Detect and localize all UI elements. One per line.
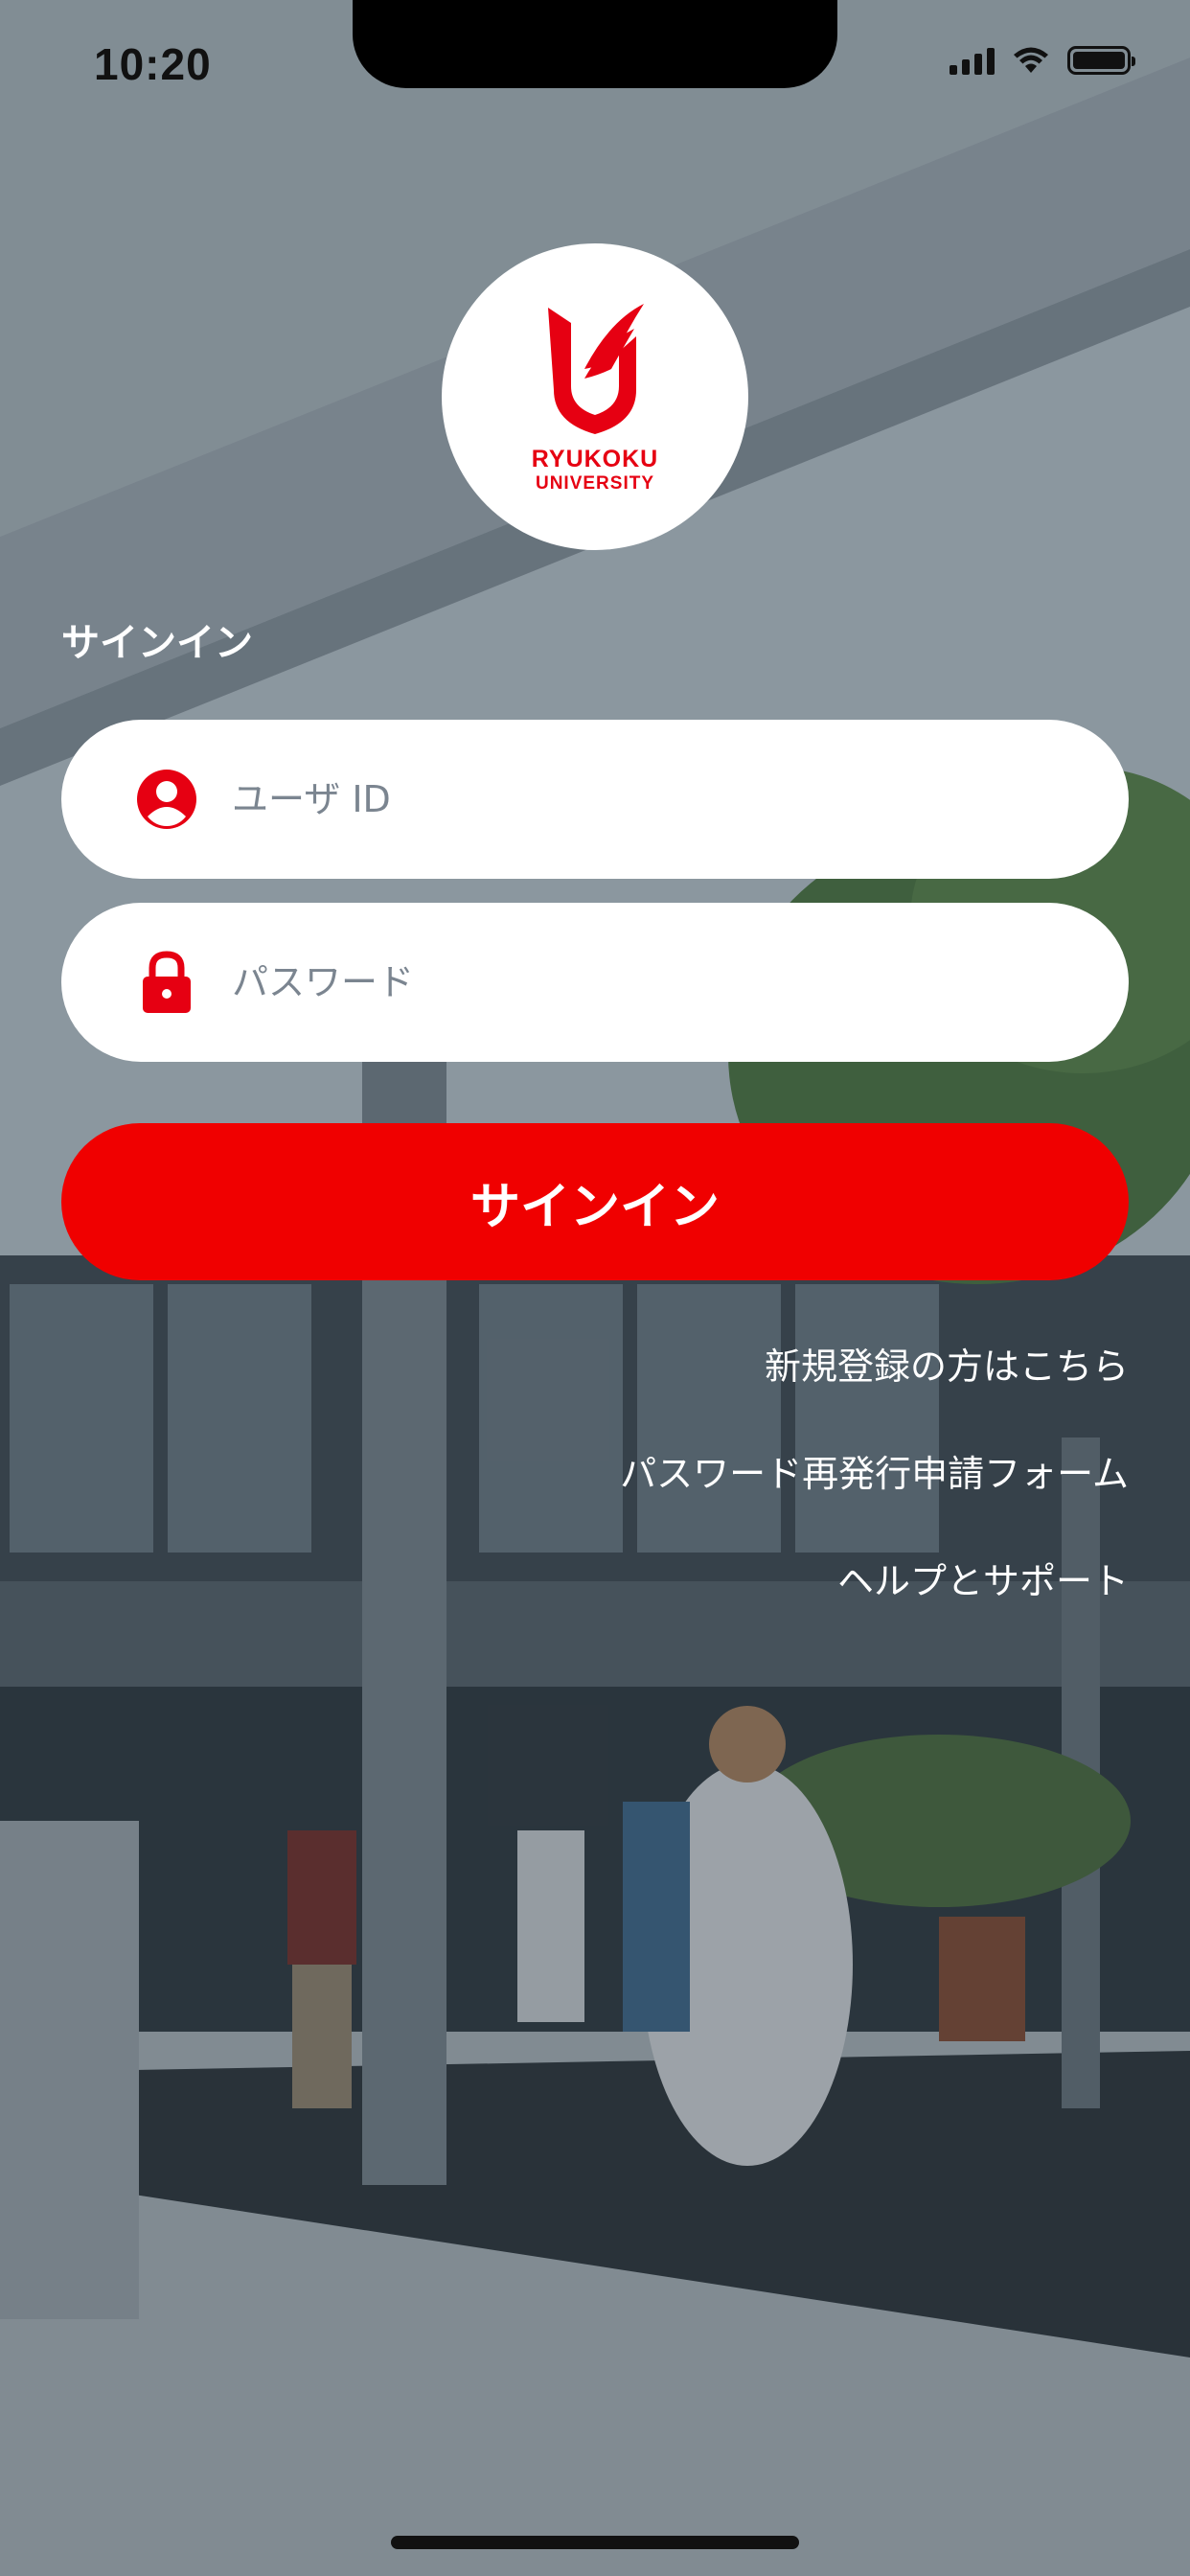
wifi-icon bbox=[1014, 47, 1048, 73]
password-input[interactable] bbox=[230, 960, 1000, 1004]
register-link[interactable]: 新規登録の方はこちら bbox=[620, 1340, 1129, 1447]
signin-button[interactable]: サインイン bbox=[61, 1123, 1129, 1280]
user-id-input[interactable] bbox=[230, 777, 1000, 821]
battery-icon bbox=[1067, 46, 1135, 75]
cellular-signal-icon bbox=[950, 46, 995, 75]
university-emblem-icon bbox=[548, 303, 644, 434]
password-field[interactable] bbox=[61, 903, 1129, 1062]
signin-heading: サインイン bbox=[61, 621, 253, 665]
logo-text-line2: UNIVERSITY bbox=[535, 472, 655, 494]
help-links: 新規登録の方はこちら パスワード再発行申請フォーム ヘルプとサポート bbox=[620, 1340, 1129, 1662]
status-icons bbox=[950, 46, 1135, 75]
user-id-field[interactable] bbox=[61, 720, 1129, 879]
user-circle-icon bbox=[134, 767, 199, 832]
device-notch bbox=[353, 0, 837, 88]
password-reset-link[interactable]: パスワード再発行申請フォーム bbox=[620, 1447, 1129, 1554]
help-support-link[interactable]: ヘルプとサポート bbox=[620, 1554, 1129, 1662]
home-indicator[interactable] bbox=[391, 2536, 799, 2549]
logo-text-line1: RYUKOKU bbox=[531, 445, 659, 472]
status-time: 10:20 bbox=[94, 39, 212, 89]
university-logo: RYUKOKU UNIVERSITY bbox=[442, 243, 748, 550]
lock-icon bbox=[134, 950, 199, 1015]
